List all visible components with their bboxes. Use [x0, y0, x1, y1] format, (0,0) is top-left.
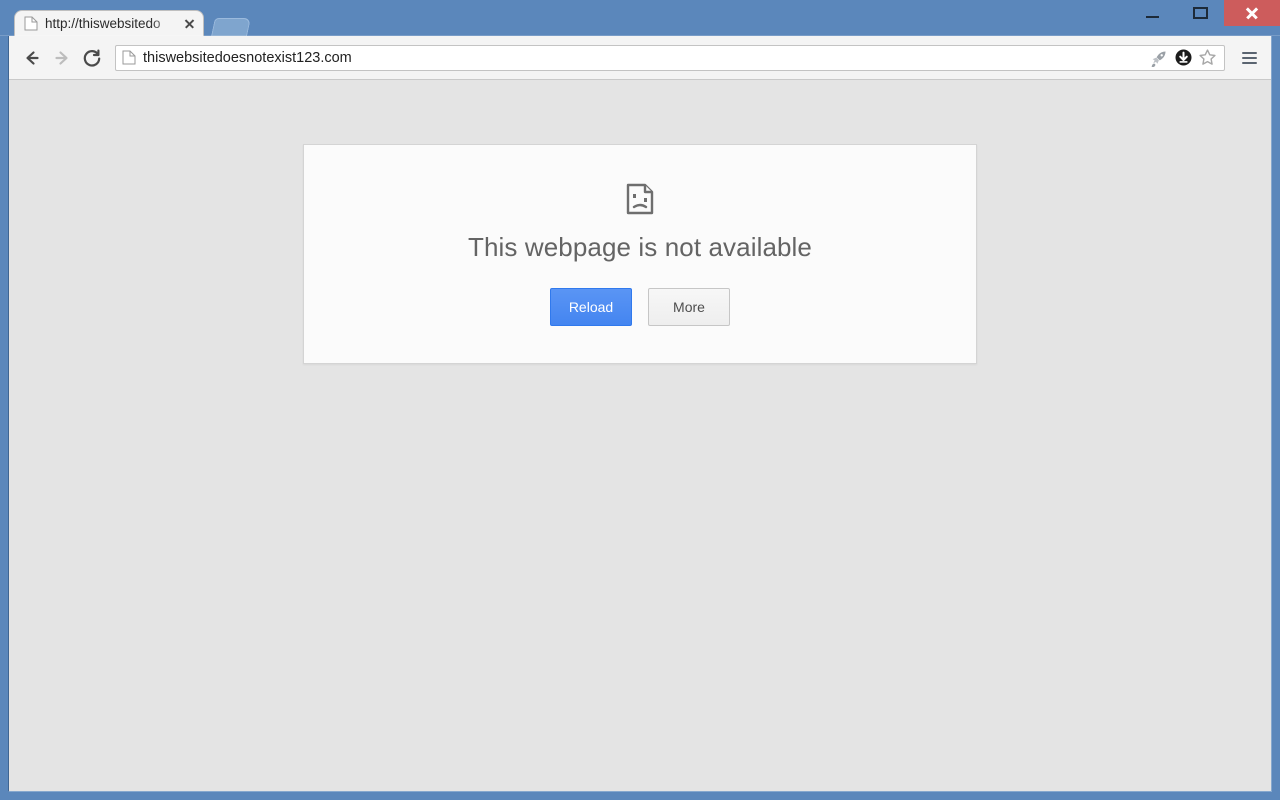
- browser-toolbar: thiswebsitedoesnotexist123.com: [9, 36, 1271, 80]
- page-title: This webpage is not available: [468, 232, 812, 262]
- chrome-menu-button[interactable]: [1235, 44, 1263, 72]
- window-controls: [1128, 0, 1280, 26]
- sad-page-icon: [626, 183, 654, 215]
- browser-window: http://thiswebsitedo thiswebsitedoesnote…: [0, 0, 1280, 800]
- tab-title: http://thiswebsitedo: [45, 16, 161, 31]
- close-button[interactable]: [1224, 0, 1280, 26]
- back-button[interactable]: [17, 43, 47, 73]
- tab-strip: http://thiswebsitedo: [0, 0, 1280, 36]
- hamburger-icon: [1241, 61, 1257, 64]
- reload-button[interactable]: Reload: [550, 288, 632, 326]
- more-button[interactable]: More: [648, 288, 730, 326]
- forward-button[interactable]: [47, 43, 77, 73]
- forward-arrow-icon: [52, 48, 72, 68]
- browser-tab[interactable]: http://thiswebsitedo: [14, 10, 204, 36]
- maximize-button[interactable]: [1176, 0, 1224, 26]
- address-bar[interactable]: thiswebsitedoesnotexist123.com: [115, 44, 1225, 71]
- hamburger-icon: [1241, 56, 1257, 59]
- minimize-button[interactable]: [1128, 0, 1176, 26]
- rocket-icon[interactable]: [1148, 47, 1170, 69]
- hamburger-icon: [1241, 51, 1257, 54]
- back-arrow-icon: [22, 48, 42, 68]
- error-card: This webpage is not available Reload Mor…: [303, 144, 977, 364]
- tab-close-icon[interactable]: [182, 16, 197, 31]
- maximize-icon: [1192, 7, 1208, 19]
- error-actions: Reload More: [304, 288, 976, 326]
- star-icon[interactable]: [1196, 47, 1218, 69]
- minimize-icon: [1145, 16, 1159, 18]
- page-icon: [122, 50, 136, 65]
- new-tab-button[interactable]: [211, 18, 251, 36]
- close-icon: [1245, 6, 1259, 20]
- page-viewport: This webpage is not available Reload Mor…: [9, 80, 1271, 791]
- address-bar-text[interactable]: thiswebsitedoesnotexist123.com: [143, 50, 1146, 66]
- reload-button[interactable]: [77, 43, 107, 73]
- page-icon: [24, 16, 38, 31]
- download-icon[interactable]: [1172, 47, 1194, 69]
- reload-icon: [81, 47, 103, 69]
